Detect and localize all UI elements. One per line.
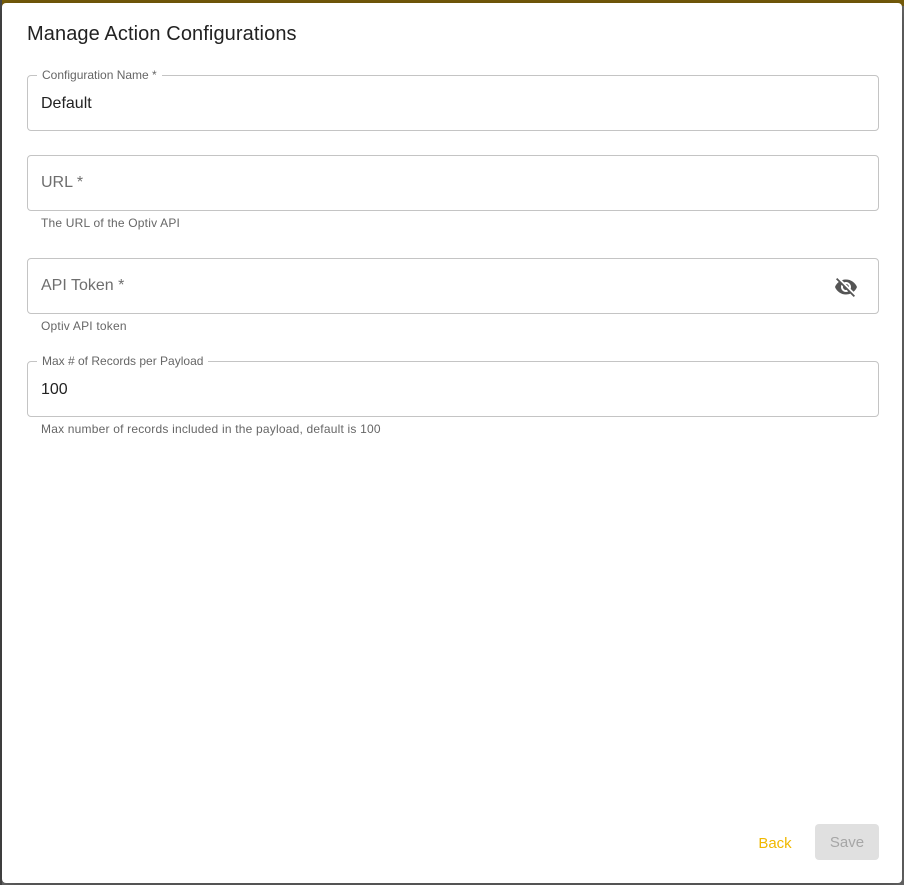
save-button[interactable]: Save	[815, 824, 879, 860]
dialog-title: Manage Action Configurations	[27, 23, 297, 45]
back-button[interactable]: Back	[745, 825, 805, 861]
configuration-name-field[interactable]: Configuration Name * Default	[27, 68, 879, 131]
max-records-label: Max # of Records per Payload	[37, 354, 209, 368]
configuration-name-label: Configuration Name *	[37, 68, 162, 82]
max-records-value[interactable]: 100	[41, 380, 68, 400]
max-records-helper-text: Max number of records included in the pa…	[41, 422, 381, 436]
max-records-field[interactable]: Max # of Records per Payload 100	[27, 354, 879, 417]
visibility-off-icon[interactable]	[834, 275, 858, 299]
url-placeholder: URL *	[41, 174, 84, 191]
api-token-helper-text: Optiv API token	[41, 319, 127, 333]
url-field[interactable]: URL *	[27, 155, 879, 211]
api-token-field[interactable]: API Token *	[27, 258, 879, 314]
manage-action-configurations-dialog: Manage Action Configurations Configurati…	[2, 3, 902, 883]
api-token-placeholder: API Token *	[41, 277, 125, 294]
configuration-name-value[interactable]: Default	[41, 94, 92, 114]
url-helper-text: The URL of the Optiv API	[41, 216, 181, 230]
